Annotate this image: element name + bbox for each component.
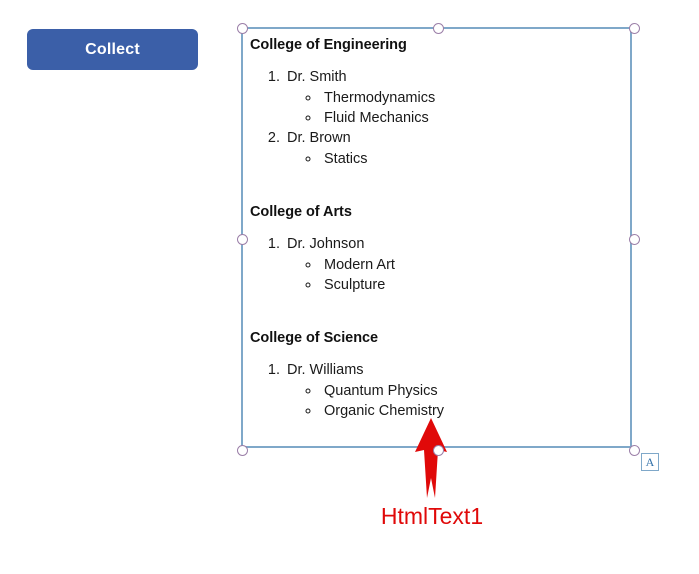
course-list: ThermodynamicsFluid Mechanics [287, 88, 627, 128]
collect-button[interactable]: Collect [27, 29, 198, 70]
selection-handle-top-left[interactable] [237, 23, 248, 34]
course-list: Statics [287, 149, 627, 169]
selection-handle-middle-right[interactable] [629, 234, 640, 245]
selection-handle-top-middle[interactable] [433, 23, 444, 34]
faculty-name: Dr. Smith [287, 69, 347, 85]
college-heading: College of Science [250, 330, 379, 346]
course-item: Sculpture [321, 275, 627, 295]
selection-handle-bottom-right[interactable] [629, 445, 640, 456]
faculty-item: Dr. Brown Statics [284, 128, 627, 169]
course-list: Modern ArtSculpture [287, 255, 627, 295]
course-item: Thermodynamics [321, 88, 627, 108]
course-list: Quantum PhysicsOrganic Chemistry [287, 381, 627, 421]
faculty-list: Dr. Johnson Modern ArtSculpture [246, 234, 627, 295]
course-item: Quantum Physics [321, 381, 627, 401]
course-item: Statics [321, 149, 627, 169]
selection-handle-bottom-middle[interactable] [433, 445, 444, 456]
faculty-list: Dr. Williams Quantum PhysicsOrganic Chemi… [246, 360, 627, 421]
faculty-name: Dr. Johnson [287, 236, 365, 252]
course-item: Organic Chemistry [321, 401, 627, 421]
college-heading: College of Arts [250, 204, 352, 220]
html-text-control[interactable]: College of Engineering Dr. Smith Thermodyn… [237, 23, 640, 456]
faculty-name: Dr. Williams [287, 362, 364, 378]
college-heading: College of Engineering [250, 37, 407, 53]
annotation-label: HtmlText1 [380, 503, 484, 529]
text-control-type-badge-icon: A [641, 453, 659, 471]
faculty-name: Dr. Brown [287, 130, 351, 146]
faculty-item: Dr. Smith ThermodynamicsFluid Mechanics [284, 67, 627, 128]
course-item: Fluid Mechanics [321, 108, 627, 128]
course-item: Modern Art [321, 255, 627, 275]
selection-handle-top-right[interactable] [629, 23, 640, 34]
rich-text-content[interactable]: College of Engineering Dr. Smith Thermodyn… [246, 35, 627, 443]
faculty-item: Dr. Johnson Modern ArtSculpture [284, 234, 627, 295]
faculty-item: Dr. Williams Quantum PhysicsOrganic Chemi… [284, 360, 627, 421]
selection-handle-bottom-left[interactable] [237, 445, 248, 456]
faculty-list: Dr. SmithThermodynamicsFluid MechanicsDr… [246, 67, 627, 169]
selection-handle-middle-left[interactable] [237, 234, 248, 245]
